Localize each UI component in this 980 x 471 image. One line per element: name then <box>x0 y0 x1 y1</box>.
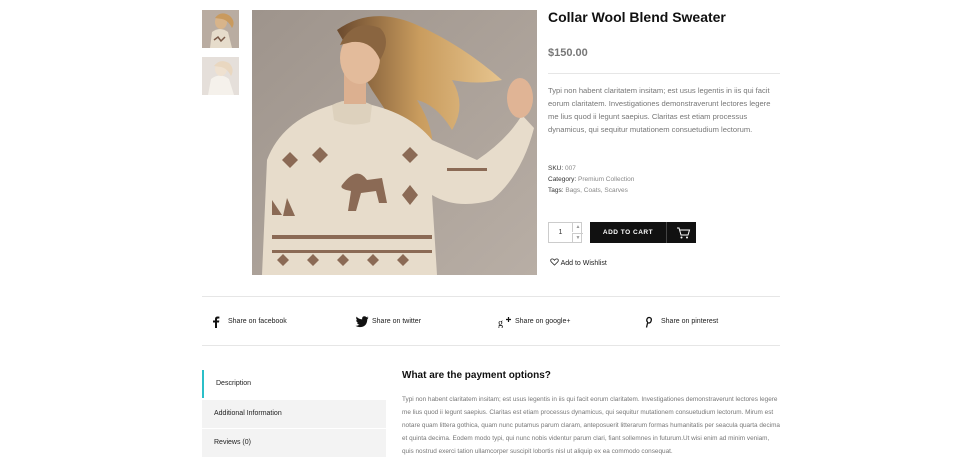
pinterest-icon <box>645 316 652 328</box>
category-link[interactable]: Premium Collection <box>578 176 634 183</box>
add-to-cart-button[interactable]: ADD TO CART <box>590 222 696 243</box>
tab-reviews[interactable]: Reviews (0) <box>202 429 386 457</box>
add-to-wishlist-link[interactable]: Add to Wishlist <box>550 258 607 267</box>
product-thumbnail-2[interactable] <box>202 57 239 95</box>
google-plus-icon: g <box>498 317 511 328</box>
twitter-icon <box>355 316 369 328</box>
product-main-image <box>252 10 537 275</box>
wishlist-label: Add to Wishlist <box>560 260 607 267</box>
tab-description[interactable]: Description <box>202 370 386 398</box>
panel-title: What are the payment options? <box>402 370 551 381</box>
panel-text: Typi non habent claritatem insitam; est … <box>402 396 780 455</box>
tags-row: Tags: Bags, Coats, Scarves <box>548 187 628 194</box>
divider <box>548 73 780 74</box>
heart-icon <box>550 258 559 266</box>
product-price: $150.00 <box>548 47 588 59</box>
divider <box>202 296 780 297</box>
facebook-icon <box>213 316 220 328</box>
tags-links[interactable]: Bags, Coats, Scarves <box>565 187 628 194</box>
tags-label: Tags: <box>548 187 564 194</box>
category-label: Category: <box>548 176 577 183</box>
sku-label: SKU: <box>548 165 564 172</box>
sku-row: SKU: 007 <box>548 165 576 172</box>
quantity-input[interactable]: 1 <box>549 223 572 242</box>
cart-icon <box>666 222 697 243</box>
product-description: Typi non habent claritatem insitam; est … <box>548 86 771 134</box>
quantity-stepper[interactable]: 1 ▲ ▼ <box>548 222 583 243</box>
svg-text:g: g <box>498 318 503 328</box>
product-title: Collar Wool Blend Sweater <box>548 9 726 25</box>
share-google-plus-label: Share on google+ <box>515 318 571 325</box>
chevron-down-icon[interactable]: ▼ <box>572 233 583 243</box>
add-to-cart-label: ADD TO CART <box>602 229 654 236</box>
sweater-model-thumbnail-image <box>202 57 239 95</box>
chevron-up-icon[interactable]: ▲ <box>572 223 583 232</box>
tab-additional-information[interactable]: Additional Information <box>202 400 386 428</box>
sweater-model-thumbnail-image <box>202 10 239 48</box>
share-facebook-label: Share on facebook <box>228 318 287 325</box>
share-pinterest-label: Share on pinterest <box>661 318 719 325</box>
sku-value: 007 <box>564 165 576 172</box>
share-twitter-label: Share on twitter <box>372 318 422 325</box>
divider <box>202 345 780 346</box>
category-row: Category: Premium Collection <box>548 176 634 183</box>
product-thumbnail-1[interactable] <box>202 10 239 48</box>
